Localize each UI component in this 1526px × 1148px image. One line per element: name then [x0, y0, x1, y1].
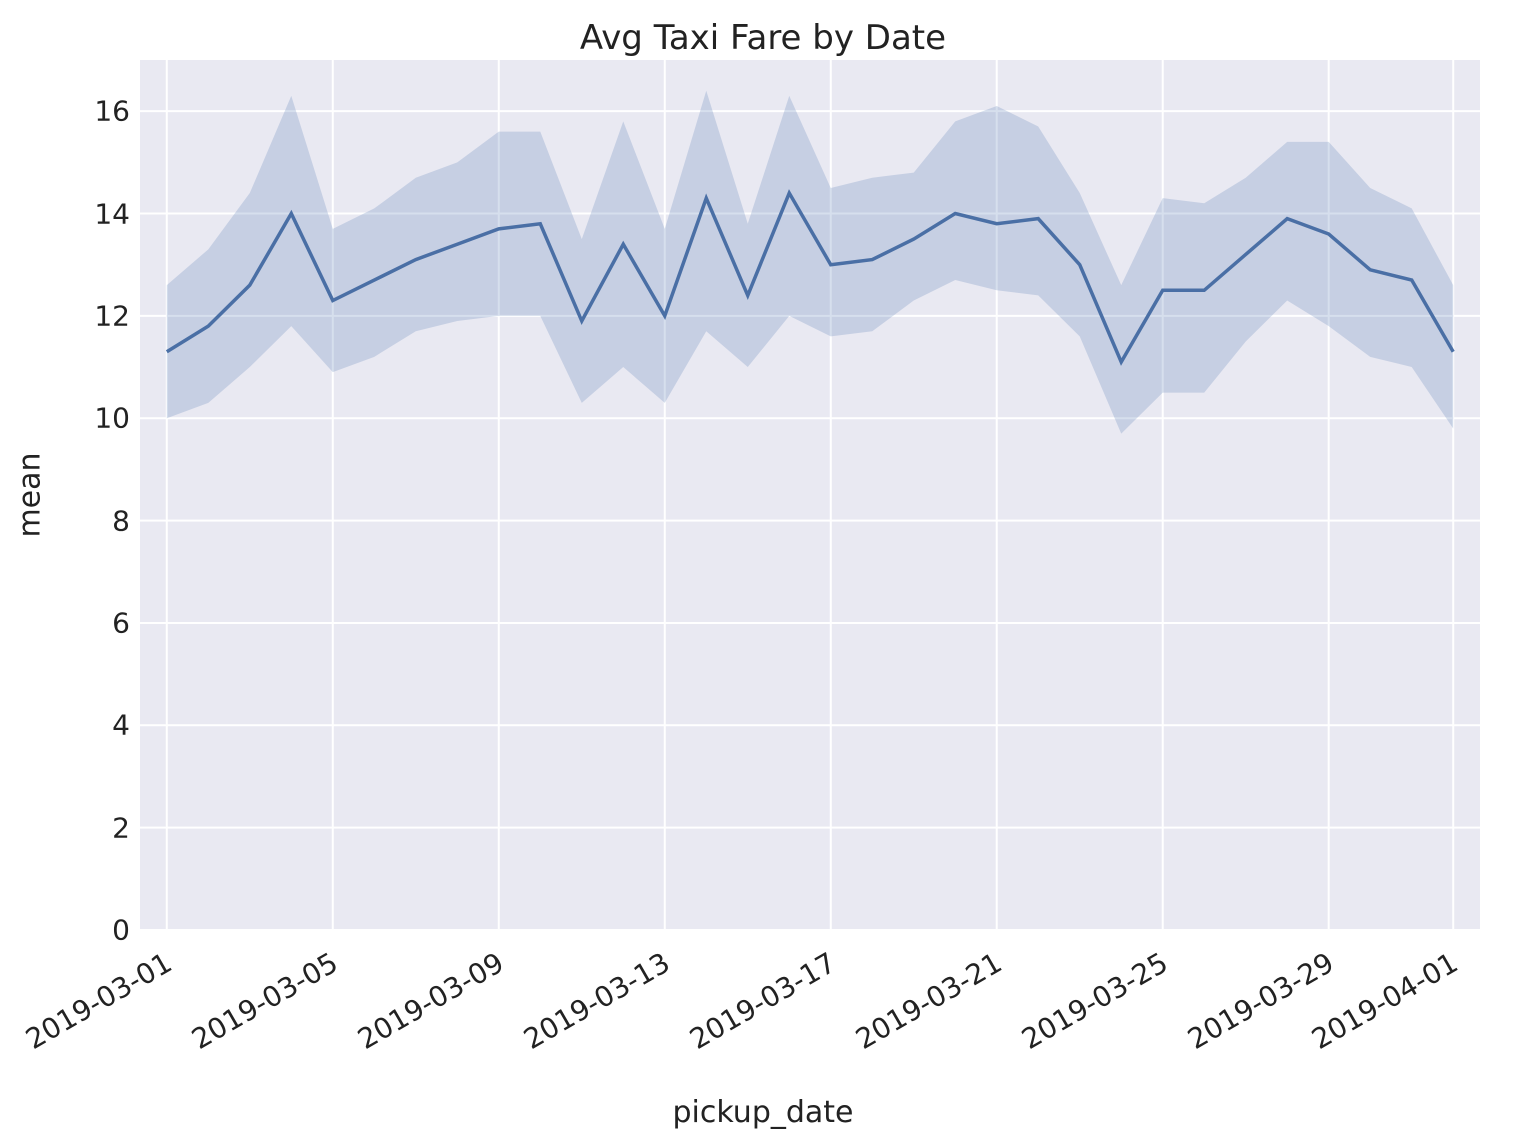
y-tick-label: 14	[70, 197, 130, 230]
y-tick-label: 16	[70, 95, 130, 128]
x-tick-label: 2019-03-13	[518, 946, 675, 1056]
y-tick-label: 2	[70, 811, 130, 844]
y-tick-label: 0	[70, 914, 130, 947]
x-tick-label: 2019-03-25	[1016, 946, 1173, 1056]
x-tick-label: 2019-03-21	[850, 946, 1007, 1056]
y-tick-label: 10	[70, 402, 130, 435]
y-tick-label: 12	[70, 299, 130, 332]
x-tick-label: 2019-03-09	[352, 946, 509, 1056]
chart-container: Avg Taxi Fare by Date 0 2 4 6 8 10 12 14 16 2019…	[0, 0, 1526, 1148]
chart-title: Avg Taxi Fare by Date	[0, 18, 1526, 58]
y-tick-label: 4	[70, 709, 130, 742]
chart-svg	[140, 60, 1480, 930]
x-tick-label: 2019-03-17	[684, 946, 841, 1056]
x-tick-label: 2019-03-01	[20, 946, 177, 1056]
y-tick-label: 8	[70, 504, 130, 537]
y-axis-label: mean	[13, 452, 48, 537]
plot-area	[140, 60, 1480, 930]
x-axis-label: pickup_date	[0, 1095, 1526, 1130]
y-tick-label: 6	[70, 606, 130, 639]
x-tick-label: 2019-03-05	[186, 946, 343, 1056]
